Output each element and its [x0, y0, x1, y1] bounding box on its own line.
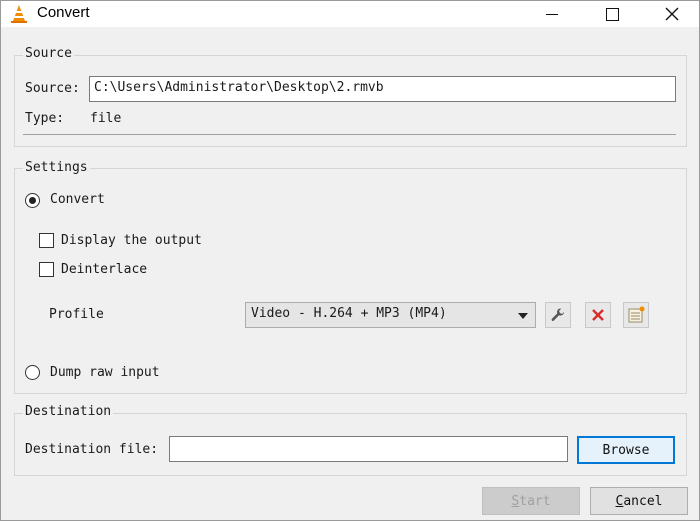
destination-file-field[interactable] [169, 436, 568, 462]
settings-group [14, 168, 687, 394]
display-output-label[interactable]: Display the output [61, 233, 202, 248]
deinterlace-label[interactable]: Deinterlace [61, 262, 147, 277]
delete-x-icon [592, 309, 604, 321]
new-profile-icon [628, 306, 645, 323]
start-label-rest: tart [519, 493, 551, 509]
vlc-cone-icon [9, 4, 29, 24]
radio-selected-dot [29, 197, 36, 204]
close-icon [665, 7, 679, 21]
wrench-icon [551, 308, 564, 321]
source-label: Source: [25, 81, 80, 96]
browse-button[interactable]: Browse [577, 436, 675, 464]
convert-dialog: Convert Source Source: C:\Users\Administ… [0, 0, 700, 521]
profile-selected-value: Video - H.264 + MP3 (MP4) [251, 306, 447, 321]
start-mnemonic: S [511, 493, 520, 509]
destination-group-label: Destination [23, 404, 114, 419]
minimize-icon [546, 13, 558, 15]
deinterlace-checkbox[interactable] [39, 262, 54, 277]
title-bar: Convert [1, 1, 699, 27]
delete-profile-button[interactable] [585, 302, 611, 328]
close-button[interactable] [649, 1, 695, 27]
type-value: file [90, 111, 122, 126]
window-title: Convert [37, 4, 90, 21]
browse-button-label: Browse [602, 442, 650, 458]
edit-profile-button[interactable] [545, 302, 571, 328]
maximize-button[interactable] [589, 1, 635, 27]
chevron-down-icon [518, 313, 528, 319]
new-profile-button[interactable] [623, 302, 649, 328]
dump-raw-input-label[interactable]: Dump raw input [50, 365, 160, 380]
profile-label: Profile [49, 307, 104, 322]
convert-radio-label[interactable]: Convert [50, 192, 105, 207]
cancel-button[interactable]: Cancel [590, 487, 688, 515]
maximize-icon [605, 7, 619, 21]
dump-raw-input-radio[interactable] [25, 365, 40, 380]
profile-dropdown[interactable]: Video - H.264 + MP3 (MP4) [245, 302, 536, 328]
cancel-label-rest: ancel [623, 493, 663, 509]
cancel-mnemonic: C [615, 493, 624, 509]
source-separator [23, 134, 676, 135]
settings-group-label: Settings [23, 160, 90, 175]
destination-file-label: Destination file: [25, 442, 159, 457]
source-group-label: Source [23, 46, 74, 61]
type-label: Type: [25, 111, 65, 126]
convert-radio[interactable] [25, 193, 40, 208]
minimize-button[interactable] [529, 1, 575, 27]
source-path-field[interactable]: C:\Users\Administrator\Desktop\2.rmvb [89, 76, 676, 102]
display-output-checkbox[interactable] [39, 233, 54, 248]
start-button[interactable]: Start [482, 487, 580, 515]
